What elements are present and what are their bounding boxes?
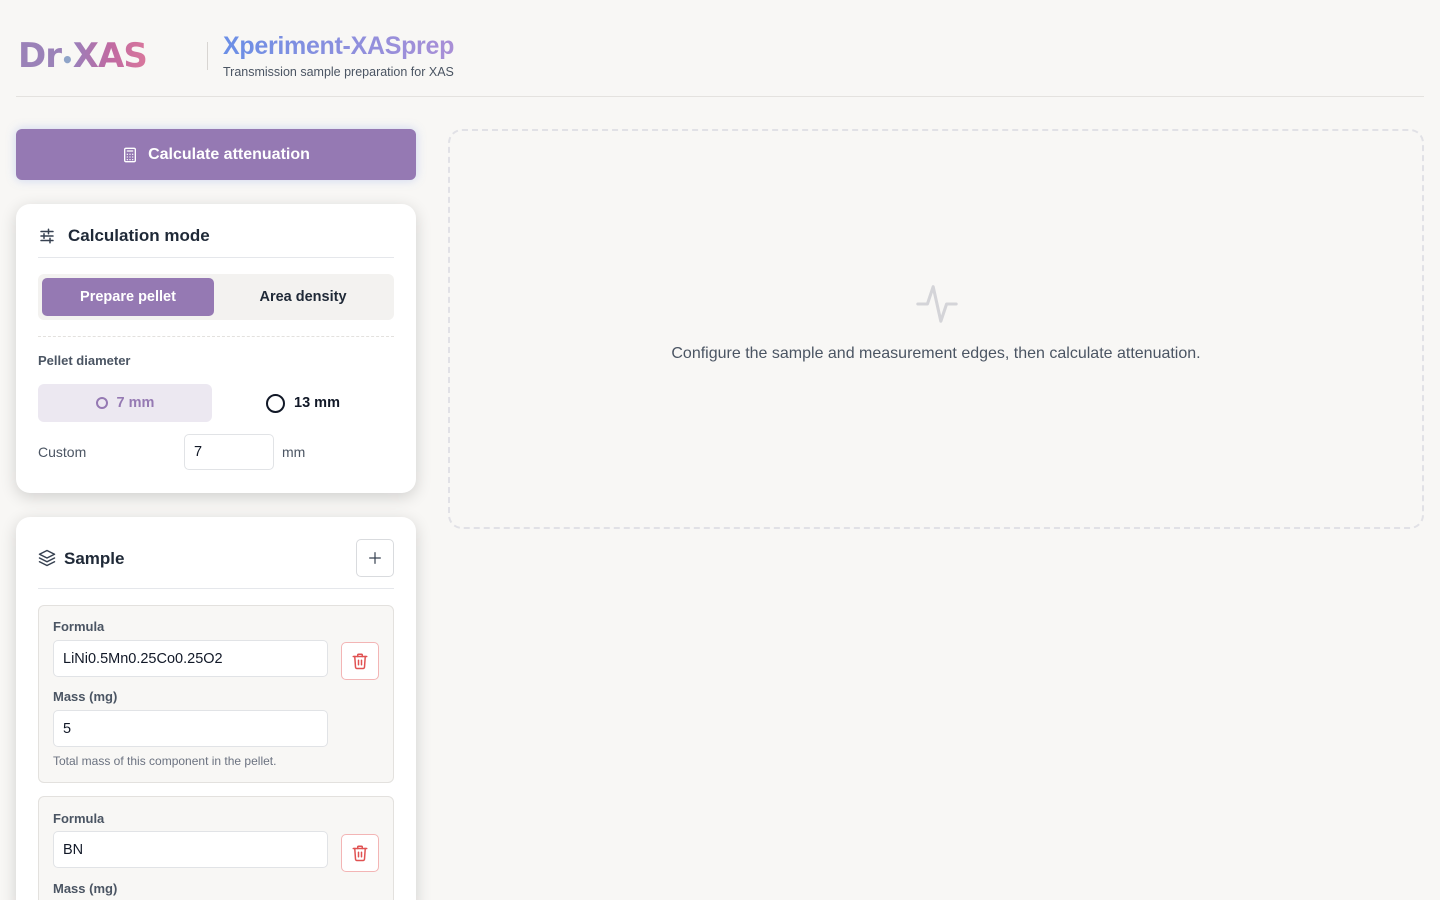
mass-label: Mass (mg) <box>53 881 118 896</box>
mass-hint: Total mass of this component in the pell… <box>53 754 277 768</box>
calculate-attenuation-button[interactable]: Calculate attenuation <box>16 129 416 180</box>
activity-icon <box>916 285 958 323</box>
formula-label: Formula <box>53 619 105 634</box>
diameter-option-13mm[interactable]: 13 mm <box>216 384 390 422</box>
plus-icon <box>369 552 381 564</box>
pellet-diameter-label: Pellet diameter <box>38 353 131 368</box>
drxas-logo[interactable]: Dr•XAS <box>18 36 148 80</box>
mode-toggle: Prepare pellet Area density <box>38 274 394 320</box>
card-divider <box>38 257 394 258</box>
mass-input[interactable] <box>53 710 328 747</box>
add-component-button[interactable] <box>356 539 394 577</box>
sliders-icon <box>40 228 54 244</box>
mode-area-density-button[interactable]: Area density <box>216 278 390 316</box>
delete-component-button[interactable] <box>341 642 379 680</box>
trash-icon <box>352 845 368 862</box>
logo-dot: • <box>61 48 74 72</box>
custom-diameter-input[interactable] <box>184 434 274 470</box>
custom-diameter-unit: mm <box>282 444 306 460</box>
radio-selected-icon <box>95 397 108 409</box>
mode-prepare-pellet-button[interactable]: Prepare pellet <box>42 278 214 316</box>
calculate-label: Calculate attenuation <box>148 145 310 163</box>
formula-label: Formula <box>53 811 105 826</box>
sample-component: Formula Mass (mg) Total mass of this com… <box>38 605 394 783</box>
sample-card: Sample Formula Mass (mg) Total mass of t… <box>16 517 416 900</box>
logo-xas: XAS <box>72 36 148 76</box>
custom-diameter-label: Custom <box>38 444 87 460</box>
logo-dr: Dr <box>18 36 62 76</box>
trash-icon <box>352 653 368 670</box>
diameter-option-7mm[interactable]: 7 mm <box>38 384 212 422</box>
app-subtitle: Transmission sample preparation for XAS <box>223 65 454 79</box>
calculator-icon <box>124 147 137 162</box>
layers-icon <box>38 549 56 567</box>
sample-title: Sample <box>64 549 125 568</box>
results-panel: Configure the sample and measurement edg… <box>448 129 1424 529</box>
calculation-mode-title: Calculation mode <box>68 226 210 245</box>
radio-unselected-icon <box>266 393 286 413</box>
header-divider <box>207 42 208 70</box>
delete-component-button[interactable] <box>341 834 379 872</box>
calculation-mode-card: Calculation mode Prepare pellet Area den… <box>16 204 416 493</box>
results-empty-message: Configure the sample and measurement edg… <box>671 345 1201 362</box>
app-header: Dr•XAS Xperiment-XASprep Transmission sa… <box>16 0 1424 97</box>
formula-input[interactable] <box>53 831 328 868</box>
card-divider <box>38 588 394 589</box>
diameter-option-label: 7 mm <box>116 395 155 411</box>
app-title: Xperiment-XASprep <box>223 32 455 60</box>
mass-label: Mass (mg) <box>53 689 118 704</box>
diameter-option-label: 13 mm <box>294 395 340 411</box>
sample-component: Formula Mass (mg) <box>38 796 394 900</box>
formula-input[interactable] <box>53 640 328 677</box>
section-divider <box>38 336 394 337</box>
